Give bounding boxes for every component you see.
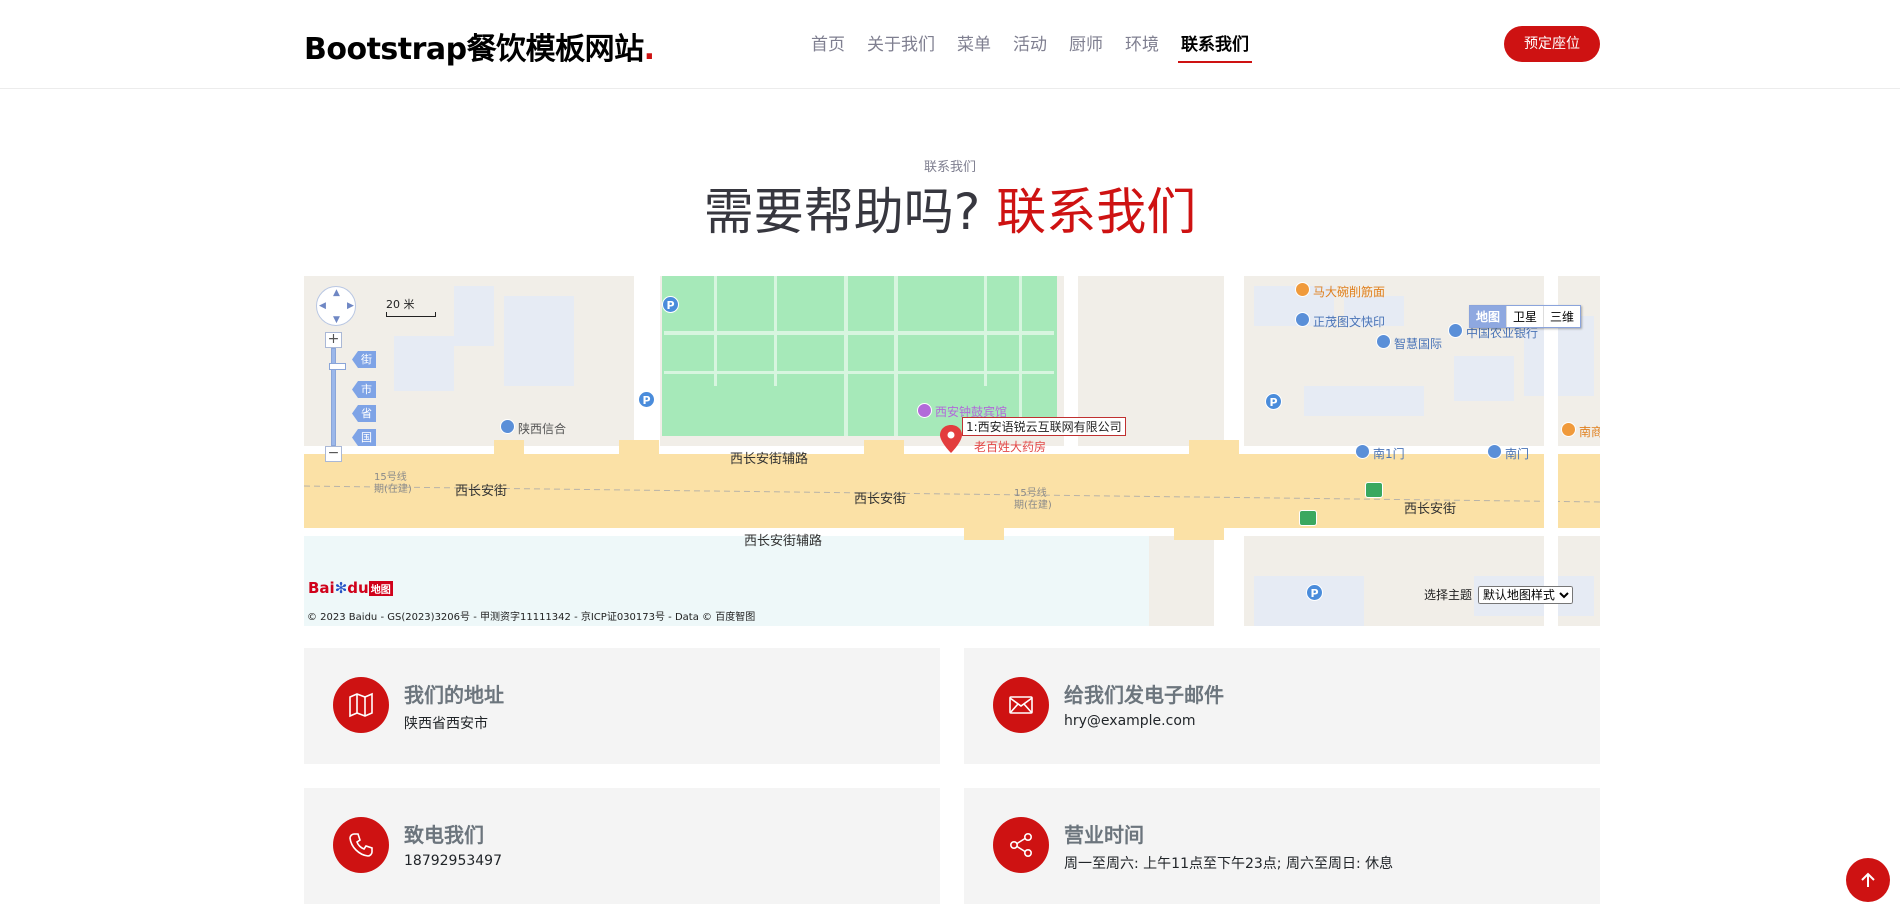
bus-stop-icon[interactable] [1365, 482, 1383, 498]
card-text: 陕西省西安市 [404, 716, 488, 732]
map-label-main-road: 西长安街 [1404, 502, 1457, 517]
baidu-logo-text-a: Bai [308, 579, 335, 597]
restaurant-icon[interactable] [1295, 282, 1310, 297]
map-theme-select[interactable]: 默认地图样式 [1477, 586, 1573, 604]
section-eyebrow: 联系我们 [923, 160, 976, 175]
section-title: 需要帮助吗? 联系我们 [0, 180, 1900, 244]
pan-up-icon[interactable]: ▲ [333, 288, 340, 298]
gate-icon[interactable] [1487, 444, 1502, 459]
baidu-map[interactable]: P P P P 西安钟鼓宾馆 1:西安语锐云互联网有限公司 老百姓大药房 马大碗… [304, 276, 1600, 626]
baidu-logo-text-b: du [347, 579, 369, 597]
back-to-top-button[interactable] [1846, 858, 1890, 902]
map-label-main-road: 西长安街 [455, 484, 508, 499]
map-type-satellite[interactable]: 卫星 [1507, 306, 1545, 327]
map-label-aux-road: 西长安街辅路 [744, 534, 823, 549]
baidu-logo[interactable]: Bai✻du 地图 [308, 579, 393, 597]
building-icon[interactable] [1376, 334, 1391, 349]
hotel-icon[interactable] [917, 403, 932, 418]
map-road-v4 [1544, 276, 1558, 626]
title-main: 需要帮助吗? [703, 183, 981, 241]
map-type-3d[interactable]: 三维 [1544, 306, 1580, 327]
map-theme-control: 选择主题 默认地图样式 [1424, 586, 1573, 604]
pan-right-icon[interactable]: ▶ [347, 301, 354, 311]
zoom-slider[interactable] [329, 348, 346, 446]
site-header: Bootstrap餐饮模板网站. 首页 关于我们 菜单 活动 厨师 环境 联系我… [0, 0, 1900, 89]
map-label-edge: 南商 [1579, 425, 1600, 439]
site-logo[interactable]: Bootstrap餐饮模板网站. [304, 24, 655, 68]
card-phone-text[interactable]: 18792953497 [404, 853, 502, 869]
main-nav: 首页 关于我们 菜单 活动 厨师 环境 联系我们 [800, 30, 1260, 63]
zoom-in-button[interactable]: + [325, 332, 342, 348]
phone-icon [333, 817, 389, 873]
pan-down-icon[interactable]: ▼ [333, 315, 340, 325]
map-copyright: © 2023 Baidu - GS(2023)3206号 - 甲测资字11111… [307, 612, 756, 623]
map-road-v1 [634, 276, 660, 454]
map-type-switcher: 地图 卫星 三维 [1469, 305, 1582, 328]
baidu-logo-chip: 地图 [368, 581, 393, 596]
bank-icon[interactable] [1448, 323, 1463, 338]
map-scale-label: 20 米 [386, 298, 415, 311]
nav-contact[interactable]: 联系我们 [1178, 30, 1252, 63]
map-road-v5 [1214, 531, 1244, 626]
share-icon [993, 817, 1049, 873]
pan-left-icon[interactable]: ◀ [319, 301, 326, 311]
gate-icon[interactable] [1355, 444, 1370, 459]
nav-chefs[interactable]: 厨师 [1069, 30, 1103, 63]
card-title: 致电我们 [404, 823, 484, 847]
map-aux-road-bottom [304, 528, 1600, 536]
parking-icon[interactable]: P [1265, 393, 1282, 410]
map-marker-label[interactable]: 1:西安语锐云互联网有限公司 [962, 417, 1126, 436]
map-pan-control[interactable]: ▲ ▼ ◀ ▶ [316, 286, 356, 326]
card-phone: 致电我们 18792953497 [304, 788, 940, 904]
paw-icon: ✻ [334, 579, 348, 597]
card-email-text[interactable]: hry@example.com [1064, 713, 1196, 729]
map-label-zhihui: 智慧国际 [1394, 337, 1443, 351]
card-text: 周一至周六: 上午11点至下午23点; 周六至周日: 休息 [1064, 856, 1394, 872]
restaurant-icon[interactable] [1561, 422, 1576, 437]
card-title: 给我们发电子邮件 [1064, 683, 1224, 707]
map-scale-bar [386, 312, 436, 317]
map-zoom-control: + − [325, 332, 346, 462]
map-icon [333, 677, 389, 733]
map-label-photo: 正茂图文快印 [1313, 315, 1386, 329]
map-label-aux-road: 西长安街辅路 [730, 452, 809, 467]
map-label-metro: 期(在建) [374, 484, 412, 495]
parking-icon[interactable]: P [1306, 584, 1323, 601]
nav-menu[interactable]: 菜单 [957, 30, 991, 63]
map-road-v3 [1224, 276, 1244, 454]
parking-icon[interactable]: P [638, 391, 655, 408]
card-address: 我们的地址 陕西省西安市 [304, 648, 940, 764]
logo-dot: . [643, 32, 655, 67]
map-label-metro: 期(在建) [1014, 500, 1052, 511]
print-shop-icon[interactable] [1295, 312, 1310, 327]
parking-icon[interactable]: P [662, 296, 679, 313]
zoom-out-button[interactable]: − [325, 446, 342, 462]
map-label-main-road: 西长安街 [854, 492, 907, 507]
bank-icon[interactable] [500, 419, 515, 434]
map-label-south-gate-1: 南1门 [1373, 447, 1405, 461]
location-pin-icon[interactable] [940, 425, 962, 453]
nav-about[interactable]: 关于我们 [867, 30, 935, 63]
nav-gallery[interactable]: 环境 [1125, 30, 1159, 63]
card-hours: 营业时间 周一至周六: 上午11点至下午23点; 周六至周日: 休息 [964, 788, 1600, 904]
nav-home[interactable]: 首页 [811, 30, 845, 63]
card-title: 我们的地址 [404, 683, 504, 707]
nav-events[interactable]: 活动 [1013, 30, 1047, 63]
map-label-south-gate: 南门 [1505, 447, 1530, 461]
card-email: 给我们发电子邮件 hry@example.com [964, 648, 1600, 764]
arrow-up-icon [1861, 872, 1875, 887]
map-label-credit: 陕西信合 [518, 422, 567, 436]
map-label-noodles: 马大碗削筋面 [1313, 285, 1386, 299]
envelope-icon [993, 677, 1049, 733]
logo-text: Bootstrap餐饮模板网站 [304, 32, 644, 67]
title-accent: 联系我们 [996, 183, 1197, 241]
map-label-pharmacy: 老百姓大药房 [974, 440, 1047, 454]
bus-stop-icon[interactable] [1299, 510, 1317, 526]
card-title: 营业时间 [1064, 823, 1144, 847]
book-table-button[interactable]: 预定座位 [1504, 26, 1600, 62]
map-type-map[interactable]: 地图 [1470, 306, 1508, 327]
zoom-slider-thumb[interactable] [329, 363, 346, 370]
map-theme-label: 选择主题 [1424, 588, 1473, 602]
